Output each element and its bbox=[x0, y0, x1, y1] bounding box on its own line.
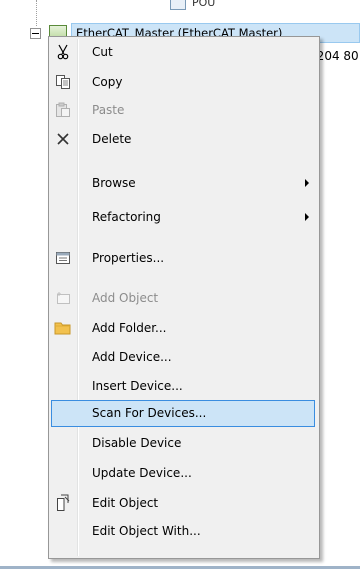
menu-item-delete[interactable]: Delete bbox=[51, 126, 315, 152]
menu-item-edit-object-with[interactable]: Edit Object With... bbox=[51, 518, 315, 544]
menu-item-browse[interactable]: Browse bbox=[51, 170, 315, 196]
collapse-icon[interactable] bbox=[30, 27, 41, 39]
add-object-icon bbox=[51, 286, 75, 310]
edit-object-icon bbox=[51, 491, 75, 515]
menu-item-cut[interactable]: Cut bbox=[51, 39, 315, 65]
menu-item-label: Cut bbox=[92, 45, 113, 59]
delete-icon bbox=[51, 127, 75, 151]
menu-item-label: Browse bbox=[92, 176, 136, 190]
folder-icon bbox=[51, 316, 75, 340]
context-menu: Cut Copy Paste Delete Browse Refactoring… bbox=[48, 36, 320, 559]
submenu-arrow-icon bbox=[305, 213, 309, 221]
menu-item-scan-for-devices[interactable]: Scan For Devices... bbox=[51, 400, 315, 427]
menu-item-refactoring[interactable]: Refactoring bbox=[51, 204, 315, 230]
properties-icon bbox=[51, 246, 75, 270]
menu-item-add-folder[interactable]: Add Folder... bbox=[51, 315, 315, 341]
menu-item-properties[interactable]: Properties... bbox=[51, 245, 315, 271]
menu-item-edit-object[interactable]: Edit Object bbox=[51, 490, 315, 516]
menu-item-label: Disable Device bbox=[92, 436, 182, 450]
menu-item-label: Add Object bbox=[92, 291, 159, 305]
menu-item-add-device[interactable]: Add Device... bbox=[51, 344, 315, 370]
menu-item-update-device[interactable]: Update Device... bbox=[51, 460, 315, 486]
scissors-icon bbox=[51, 40, 75, 64]
menu-item-label: Paste bbox=[92, 103, 125, 117]
menu-item-label: Edit Object bbox=[92, 496, 159, 510]
menu-item-label: Update Device... bbox=[92, 466, 192, 480]
submenu-arrow-icon bbox=[305, 179, 309, 187]
menu-item-label: Add Device... bbox=[92, 350, 172, 364]
pou-icon bbox=[170, 0, 186, 10]
menu-item-label: Properties... bbox=[92, 251, 165, 265]
tree-item-pou-label: POU bbox=[192, 0, 216, 9]
menu-item-paste[interactable]: Paste bbox=[51, 97, 315, 123]
menu-item-label: Delete bbox=[92, 132, 132, 146]
menu-item-label: Add Folder... bbox=[92, 321, 167, 335]
menu-item-label: Insert Device... bbox=[92, 379, 183, 393]
copy-icon bbox=[51, 70, 75, 94]
paste-icon bbox=[51, 98, 75, 122]
menu-item-disable-device[interactable]: Disable Device bbox=[51, 430, 315, 456]
menu-item-copy[interactable]: Copy bbox=[51, 69, 315, 95]
menu-item-label: Copy bbox=[92, 75, 123, 89]
menu-item-add-object[interactable]: Add Object bbox=[51, 285, 315, 311]
menu-item-label: Refactoring bbox=[92, 210, 161, 224]
menu-item-label: Edit Object With... bbox=[92, 524, 201, 538]
menu-item-label: Scan For Devices... bbox=[92, 406, 207, 420]
menu-item-insert-device[interactable]: Insert Device... bbox=[51, 373, 315, 399]
tree-item-pou[interactable]: POU bbox=[170, 0, 215, 14]
